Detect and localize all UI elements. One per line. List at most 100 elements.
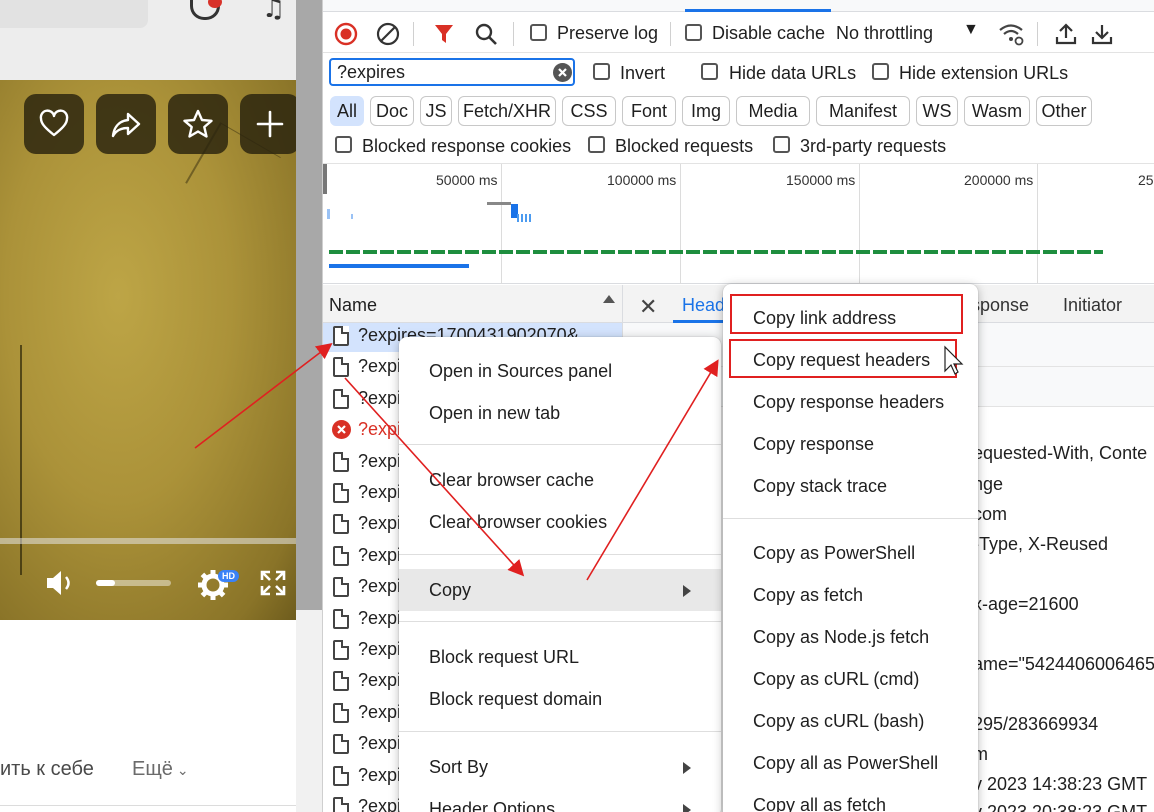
- menu-item-copy-as-powershell[interactable]: Copy as PowerShell: [723, 532, 978, 574]
- header-value: v 2023 14:38:23 GMT: [973, 774, 1148, 794]
- menu-item-block-request-url[interactable]: Block request URL: [399, 636, 721, 678]
- menu-item-copy-all-as-fetch[interactable]: Copy all as fetch: [723, 784, 978, 812]
- submenu-arrow-icon: [683, 804, 691, 812]
- menu-item-header-options[interactable]: Header Options: [399, 788, 721, 812]
- export-har-button[interactable]: [1089, 21, 1115, 47]
- type-filter-media[interactable]: Media: [736, 96, 810, 126]
- menu-item-block-request-domain[interactable]: Block request domain: [399, 678, 721, 720]
- menu-item-clear-browser-cookies[interactable]: Clear browser cookies: [399, 501, 721, 543]
- clear-icon: [376, 22, 400, 46]
- menu-item-label: Copy as Node.js fetch: [753, 627, 930, 647]
- menu-item-copy-response-headers[interactable]: Copy response headers: [723, 381, 978, 423]
- import-har-button[interactable]: [1053, 21, 1079, 47]
- disable-cache-label: Disable cache: [712, 23, 826, 43]
- favorite-button[interactable]: [168, 94, 228, 154]
- header-value: equested-With, Conte: [973, 443, 1148, 463]
- video-player[interactable]: HD: [0, 80, 296, 620]
- menu-item-copy-stack-trace[interactable]: Copy stack trace: [723, 465, 978, 507]
- menu-item-copy-as-node-js-fetch[interactable]: Copy as Node.js fetch: [723, 616, 978, 658]
- network-conditions-button[interactable]: [998, 21, 1024, 47]
- menu-item-copy-as-curl-cmd-[interactable]: Copy as cURL (cmd): [723, 658, 978, 700]
- type-filter-fetch-xhr[interactable]: Fetch/XHR: [458, 96, 556, 126]
- devtools-tabstrip: [323, 0, 1154, 12]
- scrollbar-thumb[interactable]: [296, 0, 322, 610]
- fullscreen-icon[interactable]: [258, 568, 288, 598]
- blocked-response-cookies-checkbox[interactable]: [335, 136, 352, 153]
- annotation-highlight-box: [729, 339, 957, 378]
- heart-icon: [39, 109, 69, 137]
- timeline-blue-bar: [329, 264, 469, 268]
- clear-filter-icon[interactable]: [553, 63, 572, 82]
- document-icon: [333, 326, 349, 346]
- network-overview-timeline[interactable]: 50000 ms 100000 ms 150000 ms 200000 ms 2…: [323, 164, 1154, 284]
- volume-icon[interactable]: [44, 568, 76, 598]
- blocked-requests-label: Blocked requests: [615, 136, 754, 156]
- blocked-requests-checkbox[interactable]: [588, 136, 605, 153]
- document-icon: [333, 765, 349, 786]
- third-party-checkbox[interactable]: [773, 136, 790, 153]
- type-filter-doc[interactable]: Doc: [370, 96, 414, 126]
- menu-item-copy-response[interactable]: Copy response: [723, 423, 978, 465]
- menu-item-copy-as-fetch[interactable]: Copy as fetch: [723, 574, 978, 616]
- type-filter-font[interactable]: Font: [622, 96, 676, 126]
- menu-item-open-in-new-tab[interactable]: Open in new tab: [399, 392, 721, 434]
- menu-item-clear-browser-cache[interactable]: Clear browser cache: [399, 459, 721, 501]
- menu-item-copy-all-as-powershell[interactable]: Copy all as PowerShell: [723, 742, 978, 784]
- tab-initiator[interactable]: Initiator: [1063, 295, 1122, 316]
- menu-item-label: Copy: [429, 580, 472, 600]
- header-value: 295/283669934: [973, 714, 1099, 734]
- document-icon: [333, 545, 349, 566]
- menu-item-copy-as-curl-bash-[interactable]: Copy as cURL (bash): [723, 700, 978, 742]
- like-button[interactable]: [24, 94, 84, 154]
- disable-cache-checkbox[interactable]: [685, 24, 702, 41]
- type-filter-css[interactable]: CSS: [562, 96, 616, 126]
- invert-label: Invert: [620, 63, 666, 83]
- menu-item-label: Clear browser cookies: [429, 512, 608, 532]
- preserve-log-checkbox[interactable]: [530, 24, 547, 41]
- menu-item-label: Copy as fetch: [753, 585, 864, 605]
- menu-item-copy[interactable]: Copy: [399, 569, 721, 611]
- active-tab-indicator: [685, 9, 831, 12]
- clear-button[interactable]: [375, 21, 401, 47]
- type-filter-wasm[interactable]: Wasm: [964, 96, 1030, 126]
- type-filter-ws[interactable]: WS: [916, 96, 958, 126]
- tab-headers[interactable]: Head: [682, 295, 725, 316]
- sort-ascending-icon: [603, 295, 615, 303]
- page-scrollbar[interactable]: [296, 0, 322, 812]
- settings-button[interactable]: HD: [196, 564, 242, 604]
- throttling-dropdown-arrow-icon[interactable]: ▼: [963, 21, 979, 39]
- overview-handle[interactable]: [323, 164, 327, 194]
- menu-item-sort-by[interactable]: Sort By: [399, 746, 721, 788]
- volume-slider[interactable]: [96, 580, 171, 586]
- header-search-area[interactable]: [0, 0, 148, 28]
- hide-data-urls-checkbox[interactable]: [701, 63, 718, 80]
- record-button[interactable]: [333, 21, 359, 47]
- invert-checkbox[interactable]: [593, 63, 610, 80]
- save-to-self-button[interactable]: ить к себе: [0, 758, 94, 781]
- hide-extension-urls-checkbox[interactable]: [872, 63, 889, 80]
- add-button[interactable]: [240, 94, 296, 154]
- submenu-arrow-icon: [683, 762, 691, 774]
- filter-input[interactable]: [329, 58, 575, 86]
- share-button[interactable]: [96, 94, 156, 154]
- document-icon: [333, 577, 349, 598]
- search-button[interactable]: [473, 21, 499, 47]
- type-filter-manifest[interactable]: Manifest: [816, 96, 910, 126]
- tab-response[interactable]: sponse: [971, 295, 1029, 316]
- music-icon[interactable]: ♫: [262, 0, 285, 24]
- name-column-header[interactable]: Name: [323, 285, 623, 323]
- menu-item-open-in-sources-panel[interactable]: Open in Sources panel: [399, 350, 721, 392]
- filter-button[interactable]: [431, 21, 457, 47]
- menu-separator: [399, 621, 721, 622]
- video-progress-bar[interactable]: [0, 538, 296, 544]
- timeline-gridline: [1037, 164, 1038, 284]
- type-filter-js[interactable]: JS: [420, 96, 452, 126]
- timeline-tick: 200000 ms: [964, 172, 1034, 188]
- type-filter-other[interactable]: Other: [1036, 96, 1092, 126]
- type-filter-all[interactable]: All: [330, 96, 364, 126]
- throttling-select[interactable]: No throttling: [836, 23, 933, 44]
- type-filter-img[interactable]: Img: [682, 96, 730, 126]
- more-button[interactable]: Ещё ⌄: [132, 758, 189, 781]
- document-icon: [333, 671, 349, 692]
- close-detail-icon[interactable]: ✕: [639, 294, 657, 320]
